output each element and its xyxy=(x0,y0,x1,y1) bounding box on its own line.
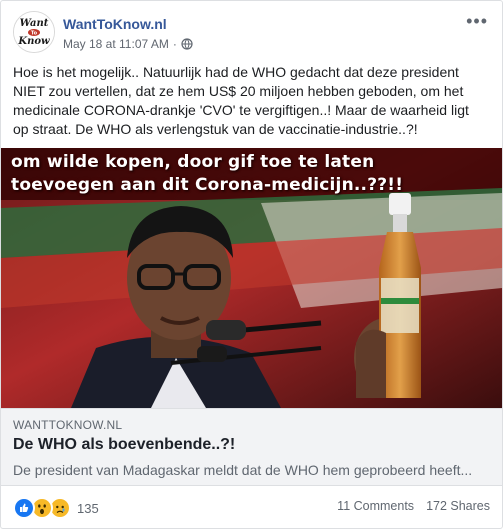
page-avatar[interactable]: Want To Know xyxy=(13,11,55,53)
post-image[interactable]: om wilde kopen, door gif toe te laten to… xyxy=(1,148,502,408)
like-icon xyxy=(13,497,35,519)
reaction-count[interactable]: 135 xyxy=(77,501,99,516)
meta-separator: · xyxy=(172,37,177,51)
post-meta: May 18 at 11:07 AM · xyxy=(63,37,193,51)
link-description: De president van Madagaskar meldt dat de… xyxy=(13,462,473,478)
comments-count[interactable]: 11 Comments xyxy=(337,499,414,513)
image-caption-line-2: toevoegen aan dit Corona-medicijn..??!! xyxy=(11,175,404,195)
link-preview[interactable]: WANTTOKNOW.NL De WHO als boevenbende..?!… xyxy=(1,408,502,486)
logo-word-3: Know xyxy=(17,36,50,47)
shares-count[interactable]: 172 Shares xyxy=(426,499,490,513)
wanttoknow-logo: Want To Know xyxy=(14,12,54,52)
reactions-summary[interactable]: 135 xyxy=(13,497,99,519)
facebook-post: Want To Know WantToKnow.nl May 18 at 11:… xyxy=(0,0,503,529)
link-title[interactable]: De WHO als boevenbende..?! xyxy=(13,436,235,454)
more-options-icon[interactable]: ••• xyxy=(466,12,488,30)
post-text: Hoe is het mogelijk.. Natuurlijk had de … xyxy=(13,64,469,137)
logo-word-1: Want xyxy=(20,18,49,29)
post-footer: 135 11 Comments 172 Shares xyxy=(13,495,490,519)
image-caption-line-1: om wilde kopen, door gif toe te laten xyxy=(11,152,375,172)
link-domain: WANTTOKNOW.NL xyxy=(13,418,123,432)
post-timestamp[interactable]: May 18 at 11:07 AM xyxy=(63,37,169,51)
engagement-counts: 11 Comments 172 Shares xyxy=(337,499,490,513)
page-name-link[interactable]: WantToKnow.nl xyxy=(63,16,167,32)
globe-icon[interactable] xyxy=(181,38,193,50)
post-header: Want To Know WantToKnow.nl May 18 at 11:… xyxy=(13,11,490,57)
